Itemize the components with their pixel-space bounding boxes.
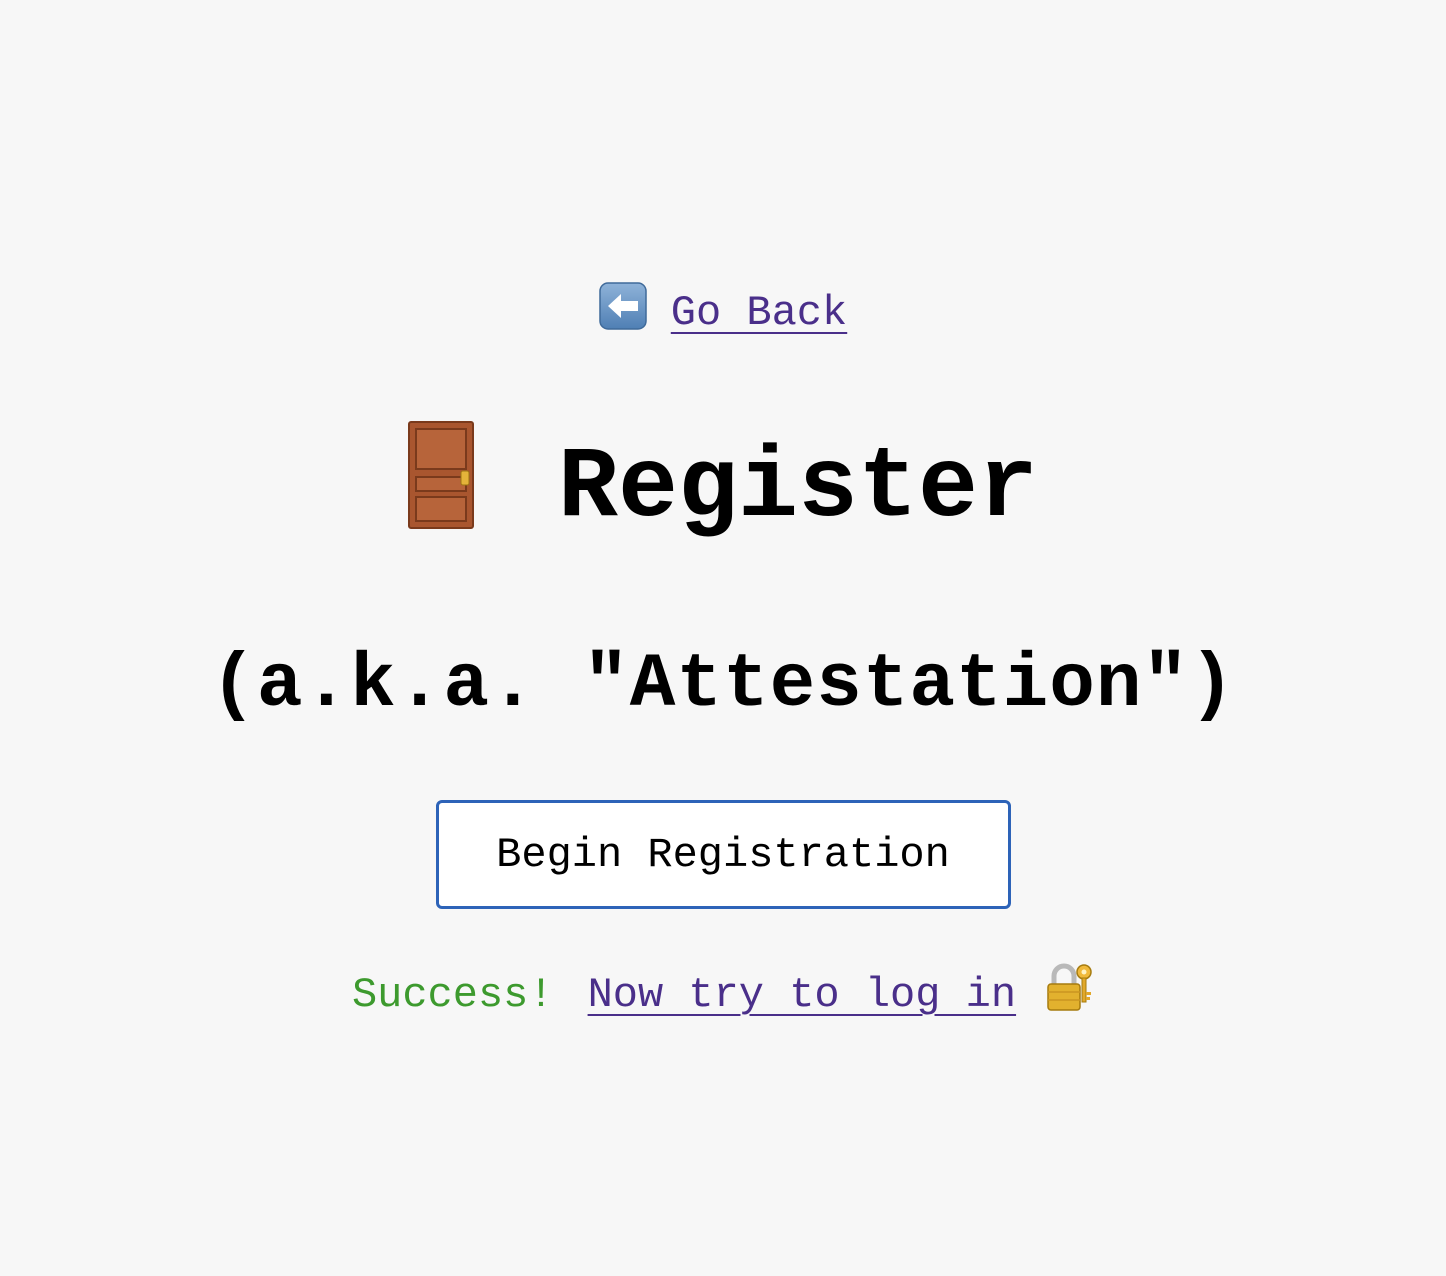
success-message: Success! xyxy=(351,971,554,1019)
back-row: Go Back xyxy=(0,278,1446,348)
button-row: Begin Registration xyxy=(0,800,1446,910)
left-arrow-icon[interactable] xyxy=(599,282,647,330)
page: Go Back Register (a.k.a. "Attestation") … xyxy=(0,0,1446,1276)
login-link[interactable]: Now try to log in xyxy=(588,971,1016,1019)
go-back-link[interactable]: Go Back xyxy=(671,289,847,337)
page-subtitle: (a.k.a. "Attestation") xyxy=(210,642,1236,728)
begin-registration-button[interactable]: Begin Registration xyxy=(435,800,1011,909)
door-icon xyxy=(407,421,474,529)
page-title: Register xyxy=(557,433,1039,546)
locked-with-key-icon xyxy=(1044,962,1094,1012)
title-row: Register xyxy=(0,420,1446,560)
success-row: Success! Now try to log in xyxy=(0,960,1446,1030)
subtitle-row: (a.k.a. "Attestation") xyxy=(0,630,1446,740)
